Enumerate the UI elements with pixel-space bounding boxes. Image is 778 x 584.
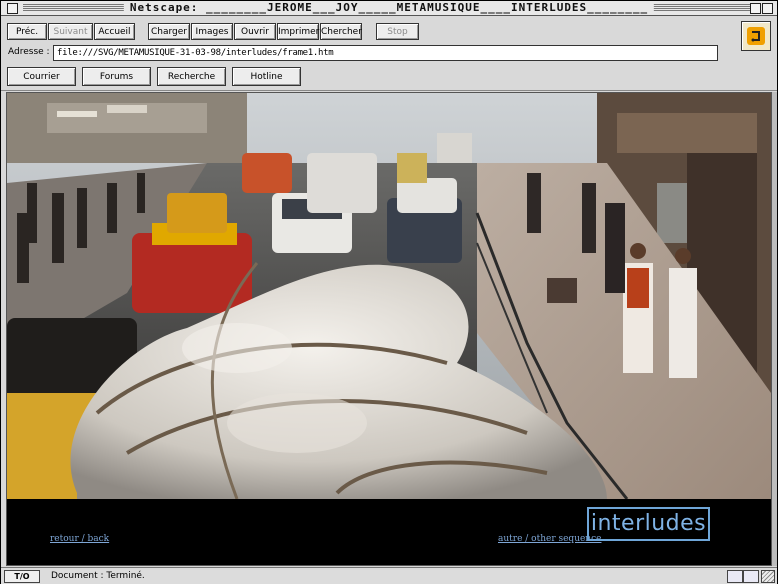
find-button[interactable]: Chercher (320, 23, 362, 40)
right-edge-scroll-area (772, 92, 777, 566)
home-button[interactable]: Accueil (94, 23, 135, 40)
address-field[interactable]: file:///SVG/METAMUSIQUE-31-03-98/interlu… (53, 45, 718, 61)
print-button[interactable]: Imprimer (277, 23, 319, 40)
window-title: Netscape: ________JEROME___JOY_____METAM… (123, 1, 655, 15)
title-bar[interactable]: Netscape: ________JEROME___JOY_____METAM… (1, 1, 777, 16)
resize-grip-icon[interactable] (761, 570, 775, 583)
toolbar-divider (1, 90, 777, 91)
back-link[interactable]: retour / back (50, 534, 109, 544)
other-sequence-link[interactable]: autre / other sequence (498, 534, 601, 544)
netscape-logo-button[interactable] (741, 21, 771, 51)
hotline-button[interactable]: Hotline (232, 67, 301, 86)
collapse-box-icon[interactable] (762, 3, 773, 14)
reload-button[interactable]: Charger (148, 23, 190, 40)
open-button[interactable]: Ouvrir (234, 23, 276, 40)
address-label: Adresse : (8, 47, 50, 57)
forward-button[interactable]: Suivant (48, 23, 93, 40)
mail-icon[interactable] (727, 570, 743, 583)
status-text: Document : Terminé. (51, 571, 145, 581)
netscape-logo-icon (747, 27, 765, 45)
security-icon[interactable]: T/O (4, 570, 40, 583)
interludes-logo[interactable]: interludes (587, 507, 710, 541)
forums-button[interactable]: Forums (82, 67, 151, 86)
mail-button[interactable]: Courrier (7, 67, 76, 86)
search-button[interactable]: Recherche (157, 67, 226, 86)
stop-button[interactable]: Stop (376, 23, 419, 40)
browser-window: Netscape: ________JEROME___JOY_____METAM… (0, 0, 778, 584)
close-box-icon[interactable] (7, 3, 18, 14)
street-scene-photo (7, 93, 771, 499)
back-button[interactable]: Préc. (7, 23, 47, 40)
zoom-box-icon[interactable] (750, 3, 761, 14)
news-icon[interactable] (743, 570, 759, 583)
page-content: retour / back autre / other sequence int… (6, 92, 772, 566)
status-bar: T/O Document : Terminé. (1, 567, 777, 584)
images-button[interactable]: Images (191, 23, 233, 40)
